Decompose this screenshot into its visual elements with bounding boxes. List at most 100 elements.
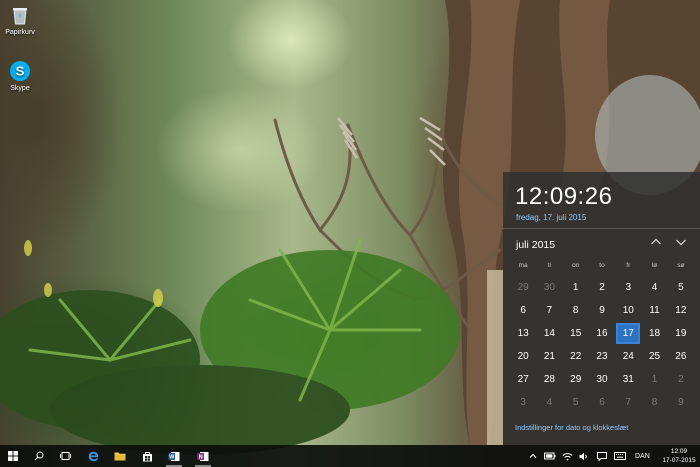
calendar-day-number: 19 <box>675 328 687 339</box>
calendar-day[interactable]: 5 <box>563 391 589 414</box>
calendar-day[interactable]: 28 <box>536 368 562 391</box>
next-month-button[interactable] <box>674 236 688 250</box>
calendar-day[interactable]: 31 <box>615 368 641 391</box>
calendar-day[interactable]: 12 <box>668 299 694 322</box>
system-clock[interactable]: 12:09 17-07-2015 <box>662 447 696 465</box>
calendar-day[interactable]: 15 <box>563 322 589 345</box>
calendar-day[interactable]: 24 <box>615 345 641 368</box>
calendar-day[interactable]: 14 <box>536 322 562 345</box>
volume-button[interactable] <box>579 445 589 467</box>
calendar-day[interactable]: 27 <box>510 368 536 391</box>
keyboard-icon <box>614 452 626 460</box>
calendar-day[interactable]: 9 <box>589 299 615 322</box>
calendar-day[interactable]: 3 <box>615 276 641 299</box>
battery-button[interactable] <box>544 445 556 467</box>
calendar-day-number: 4 <box>651 282 658 293</box>
calendar-day[interactable]: 8 <box>563 299 589 322</box>
calendar-day-number: 2 <box>678 374 684 385</box>
calendar-day-number: 29 <box>517 282 529 293</box>
calendar-day-number: 1 <box>651 374 658 385</box>
calendar-day[interactable]: 25 <box>641 345 667 368</box>
calendar-day-number: 3 <box>520 397 526 408</box>
svg-text:W: W <box>169 454 175 460</box>
calendar-day-number: 3 <box>625 282 632 293</box>
calendar-day-number: 7 <box>625 397 632 408</box>
calendar-day[interactable]: 4 <box>641 276 667 299</box>
calendar-day[interactable]: 29 <box>510 276 536 299</box>
calendar-day[interactable]: 26 <box>668 345 694 368</box>
wifi-button[interactable] <box>562 445 573 467</box>
word-icon: W <box>168 451 180 461</box>
calendar-day[interactable]: 21 <box>536 345 562 368</box>
calendar-day[interactable]: 2 <box>589 276 615 299</box>
calendar-month-label[interactable]: juli 2015 <box>516 239 555 251</box>
input-language-button[interactable]: DAN <box>635 445 650 467</box>
chevron-down-icon <box>676 239 686 246</box>
calendar-day[interactable]: 13 <box>510 322 536 345</box>
calendar-day[interactable]: 9 <box>668 391 694 414</box>
flyout-divider <box>503 228 700 229</box>
svg-text:S: S <box>16 64 25 79</box>
calendar-day[interactable]: 11 <box>641 299 667 322</box>
calendar-day-number: 28 <box>543 374 555 385</box>
weekday-label: on <box>572 262 580 269</box>
calendar-day[interactable]: 8 <box>641 391 667 414</box>
calendar-day-number: 9 <box>599 305 605 316</box>
touch-keyboard-button[interactable] <box>614 445 626 467</box>
calendar-day[interactable]: 20 <box>510 345 536 368</box>
calendar-day[interactable]: 7 <box>615 391 641 414</box>
calendar-day[interactable]: 7 <box>536 299 562 322</box>
previous-month-button[interactable] <box>649 236 663 250</box>
calendar-day-today[interactable]: 17 <box>615 322 641 345</box>
calendar-day[interactable]: 3 <box>510 391 536 414</box>
desktop-icon-skype[interactable]: S Skype <box>0 60 42 92</box>
taskbar-app-onenote[interactable]: N <box>190 445 216 467</box>
calendar-day[interactable]: 6 <box>589 391 615 414</box>
search-button[interactable] <box>26 445 52 467</box>
calendar-day[interactable]: 29 <box>563 368 589 391</box>
taskbar-app-store[interactable] <box>134 445 160 467</box>
date-time-settings-link[interactable]: Indstillinger for dato og klokkeslæt <box>515 423 628 432</box>
calendar-day[interactable]: 16 <box>589 322 615 345</box>
desktop-icon-recycle-bin[interactable]: Papirkurv <box>0 4 42 36</box>
desktop-icon-label: Papirkurv <box>5 29 35 36</box>
calendar-day[interactable]: 5 <box>668 276 694 299</box>
calendar-day-number: 9 <box>678 397 684 408</box>
taskbar-app-word[interactable]: W <box>161 445 187 467</box>
calendar-day[interactable]: 4 <box>536 391 562 414</box>
calendar-day-number: 16 <box>596 328 608 339</box>
taskbar-app-edge[interactable] <box>80 445 106 467</box>
calendar-day[interactable]: 1 <box>563 276 589 299</box>
calendar-day-number: 10 <box>622 305 634 316</box>
calendar-day[interactable]: 2 <box>668 368 694 391</box>
calendar-day-number: 12 <box>675 305 687 316</box>
wifi-icon <box>562 452 573 460</box>
action-center-button[interactable] <box>597 445 607 467</box>
task-view-button[interactable] <box>52 445 78 467</box>
calendar-day-number: 20 <box>517 351 529 362</box>
calendar-day-number: 30 <box>596 374 608 385</box>
calendar-day-number: 27 <box>517 374 529 385</box>
weekday-label: lø <box>651 262 658 269</box>
system-clock-time: 12:09 <box>670 448 688 455</box>
calendar-day[interactable]: 10 <box>615 299 641 322</box>
calendar-day[interactable]: 6 <box>510 299 536 322</box>
calendar-day[interactable]: 30 <box>536 276 562 299</box>
calendar-day[interactable]: 19 <box>668 322 694 345</box>
calendar-day-number: 8 <box>572 305 579 316</box>
calendar-day[interactable]: 18 <box>641 322 667 345</box>
calendar-day-number: 25 <box>649 351 661 362</box>
calendar-day[interactable]: 22 <box>563 345 589 368</box>
taskbar-app-file-explorer[interactable] <box>107 445 133 467</box>
tray-expand-button[interactable] <box>529 445 537 467</box>
flyout-full-date[interactable]: fredag, 17. juli 2015 <box>516 213 586 222</box>
flyout-clock: 12:09:26 <box>515 183 613 210</box>
calendar-day-number: 6 <box>599 397 605 408</box>
calendar-day[interactable]: 23 <box>589 345 615 368</box>
calendar-day-grid: 29 30 1 2 3 4 5 6 7 8 9 10 11 12 13 14 15 16 17 18 19 20 21 22 2… <box>510 276 694 414</box>
calendar-day[interactable]: 1 <box>641 368 667 391</box>
calendar-day[interactable]: 30 <box>589 368 615 391</box>
start-button[interactable] <box>0 445 26 467</box>
calendar-day-number: 21 <box>543 351 555 362</box>
windows-start-icon <box>8 451 18 461</box>
